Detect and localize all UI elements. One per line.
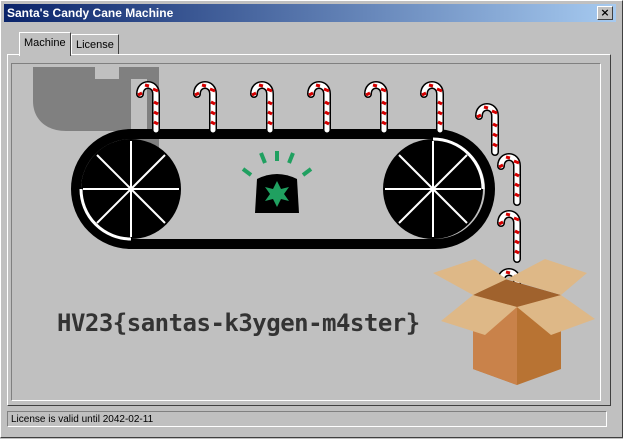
candy-cane-icon [366,85,386,130]
left-wheel-icon [79,139,181,241]
beacon-light-icon [241,151,313,213]
right-wheel-icon [383,137,485,239]
open-box-icon [433,259,595,385]
candy-cane-icon [252,85,272,130]
flag-text: HV23{santas-k3ygen-m4ster} [57,309,420,337]
machine-illustration [33,67,595,385]
candy-cane-icon [195,85,215,130]
candy-cane-icon [422,85,442,130]
candy-cane-icon [499,157,519,202]
candy-cane-icon [477,107,497,152]
hopper-icon [33,67,122,131]
candy-cane-icon [499,214,519,259]
candy-cane-icon [309,85,329,130]
app-window: Santa's Candy Cane Machine × Machine Lic… [0,0,623,438]
